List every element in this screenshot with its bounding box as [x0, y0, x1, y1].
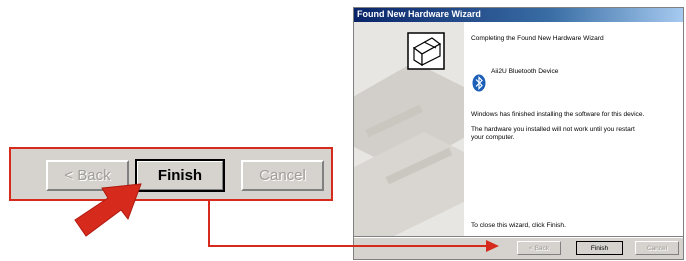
back-button[interactable]: < Back [517, 241, 561, 255]
finished-message: Windows has finished installing the soft… [471, 111, 645, 118]
zoom-finish-button[interactable]: Finish [135, 159, 225, 192]
title-bar: Found New Hardware Wizard [354, 8, 683, 22]
finish-button[interactable]: Finish [576, 241, 623, 255]
restart-message-line1: The hardware you installed will not work… [471, 126, 635, 133]
zoomed-button-strip: < Back Finish Cancel [9, 147, 333, 201]
cancel-button[interactable]: Cancel [635, 241, 679, 255]
window-title: Found New Hardware Wizard [357, 9, 481, 19]
hardware-watermark-graphic [354, 22, 464, 236]
wizard-side-graphic [354, 22, 464, 236]
button-separator [354, 236, 683, 238]
bluetooth-icon [472, 74, 486, 92]
close-instruction: To close this wizard, click Finish. [471, 222, 566, 229]
install-box-icon [407, 32, 445, 70]
wizard-window: Found New Hardware Wizard Completing the… [353, 7, 684, 260]
zoom-back-button[interactable]: < Back [46, 160, 129, 191]
restart-message-line2: your computer. [471, 134, 515, 141]
zoom-cancel-button[interactable]: Cancel [241, 160, 324, 191]
wizard-heading: Completing the Found New Hardware Wizard [471, 35, 604, 42]
wizard-content: Completing the Found New Hardware Wizard… [464, 22, 683, 236]
device-name: Aii2U Bluetooth Device [491, 68, 559, 75]
